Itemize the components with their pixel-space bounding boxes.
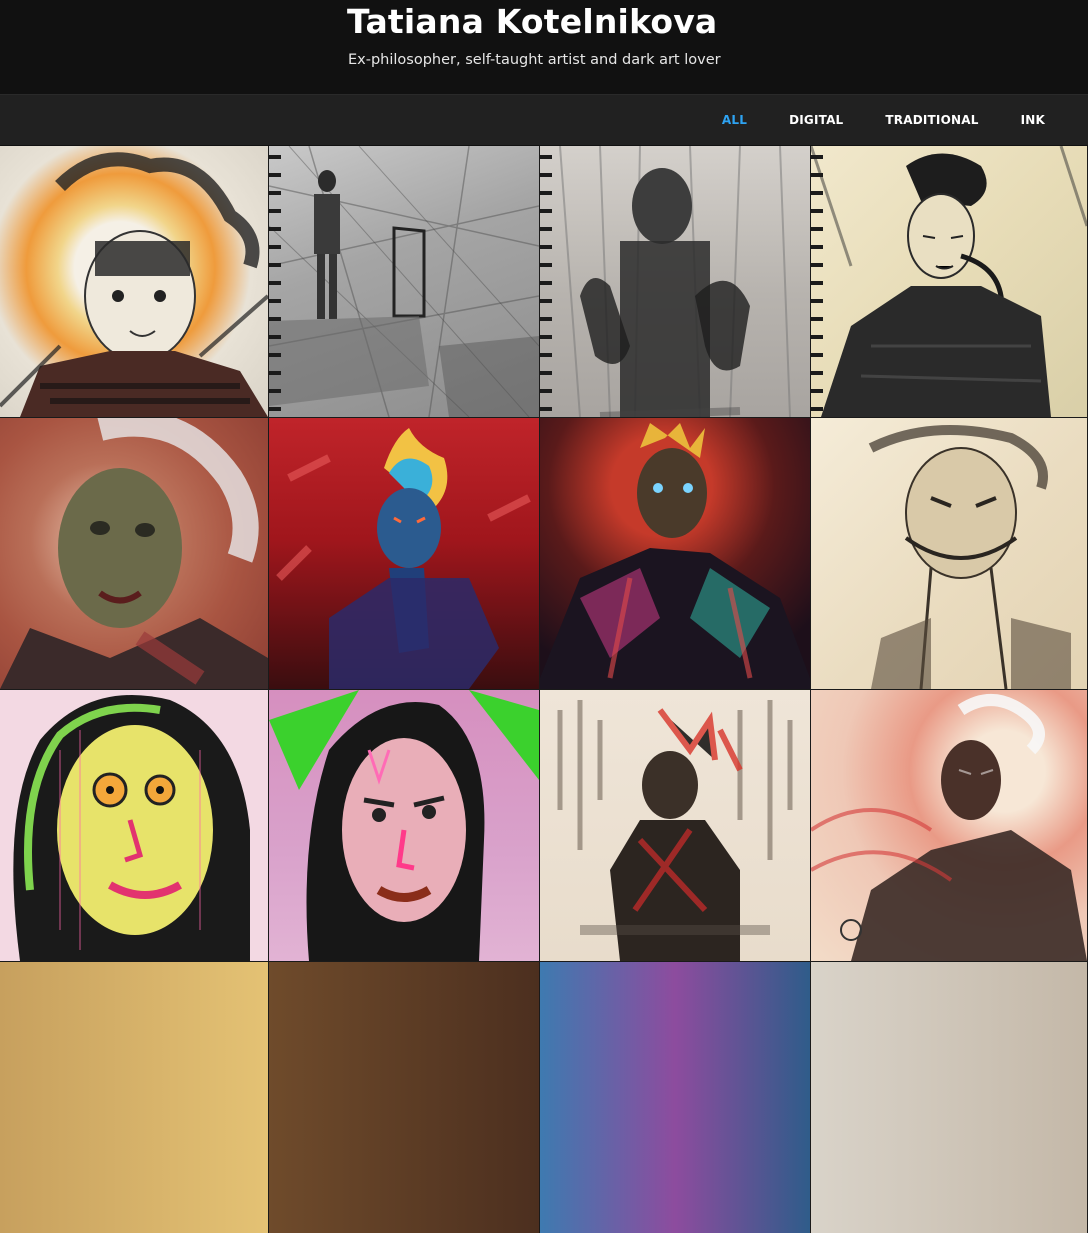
artwork-image (540, 146, 810, 417)
artwork-image (0, 146, 268, 417)
artwork-image (0, 962, 268, 1233)
filter-traditional[interactable]: TRADITIONAL (864, 113, 999, 127)
gallery-item[interactable] (540, 418, 810, 689)
site-tagline: Ex-philosopher, self-taught artist and d… (348, 52, 721, 68)
artwork-image (0, 418, 268, 689)
artwork-image (811, 690, 1087, 961)
sketchbook-spiral (269, 146, 281, 417)
gallery-item[interactable] (540, 146, 810, 417)
artwork-image (269, 962, 539, 1233)
filter-digital[interactable]: DIGITAL (768, 113, 864, 127)
gallery-item[interactable] (811, 690, 1087, 961)
artwork-image (540, 962, 810, 1233)
gallery-item[interactable] (269, 146, 539, 417)
gallery-item[interactable] (269, 418, 539, 689)
gallery-item[interactable] (0, 690, 268, 961)
gallery-item[interactable] (540, 690, 810, 961)
gallery-item[interactable] (811, 146, 1087, 417)
portfolio-filters: ALL DIGITAL TRADITIONAL INK (701, 95, 1088, 145)
portfolio-filter-bar: ALL DIGITAL TRADITIONAL INK (0, 95, 1088, 146)
filter-all[interactable]: ALL (701, 113, 768, 127)
filter-ink[interactable]: INK (1000, 113, 1088, 127)
gallery-item[interactable] (811, 418, 1087, 689)
artwork-image (269, 690, 539, 961)
portfolio-gallery (0, 146, 1088, 1233)
gallery-item[interactable] (269, 690, 539, 961)
gallery-item[interactable] (0, 962, 268, 1233)
sketchbook-spiral (811, 146, 823, 417)
sketchbook-spiral (540, 146, 552, 417)
site-title[interactable]: Tatiana Kotelnikova (347, 2, 717, 41)
gallery-item[interactable] (0, 418, 268, 689)
artwork-image (540, 418, 810, 689)
gallery-item[interactable] (811, 962, 1087, 1233)
gallery-item[interactable] (540, 962, 810, 1233)
artwork-image (269, 146, 539, 417)
gallery-item[interactable] (0, 146, 268, 417)
artwork-image (811, 962, 1087, 1233)
gallery-item[interactable] (269, 962, 539, 1233)
artwork-image (811, 146, 1087, 417)
artwork-image (540, 690, 810, 961)
artwork-image (0, 690, 268, 961)
site-header: Tatiana Kotelnikova Ex-philosopher, self… (0, 0, 1088, 95)
artwork-image (811, 418, 1087, 689)
artwork-image (269, 418, 539, 689)
